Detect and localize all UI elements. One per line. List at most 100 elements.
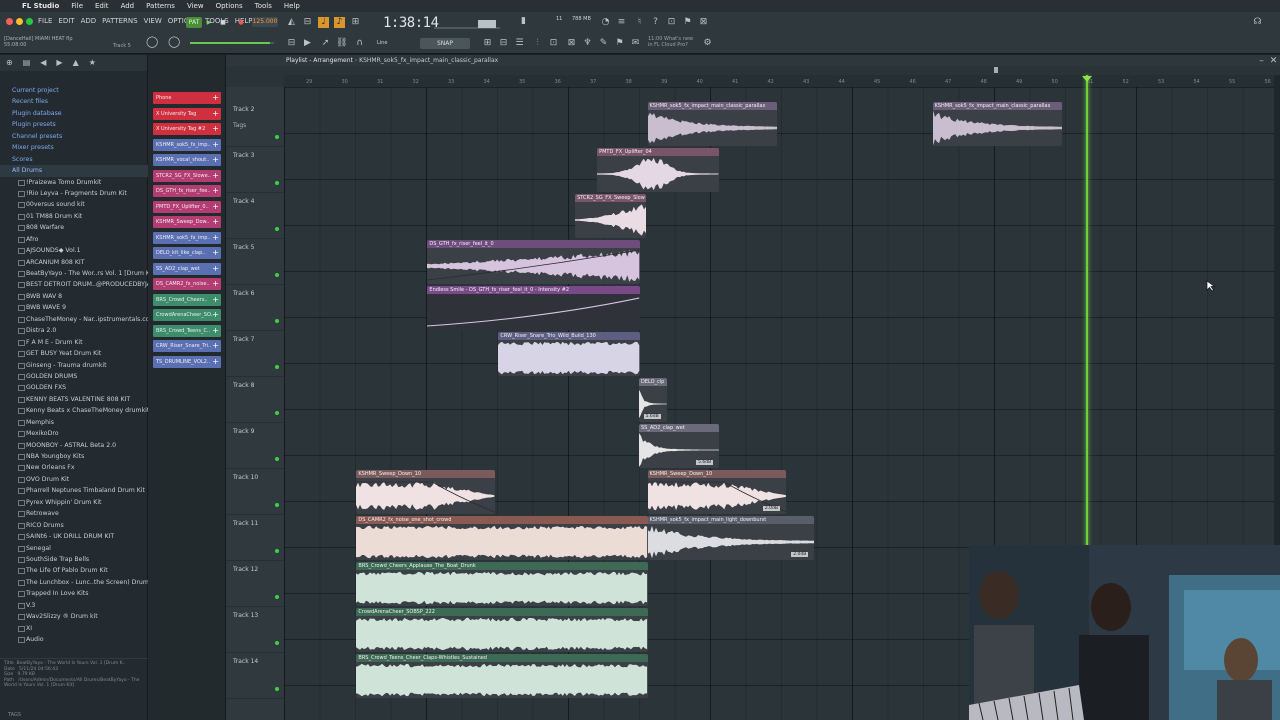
snap-selector[interactable]: SNAP (420, 38, 470, 49)
track-mute-led[interactable] (275, 687, 279, 691)
browser-folder-item[interactable]: Senegal (0, 543, 148, 554)
fl-menu-view[interactable]: VIEW (144, 17, 162, 25)
playlist-clip[interactable]: DELO_clp 5.6dB (638, 378, 667, 422)
app-name[interactable]: FL Studio (22, 2, 59, 10)
browser-forward-icon[interactable]: ▶ (56, 58, 62, 68)
menu-add[interactable]: Add (121, 2, 135, 10)
browser-folder-item[interactable]: BEST DETROIT DRUM..@PRODUCEDBYJAVEN (0, 279, 148, 290)
browser-folder-item[interactable]: BWB WAVE 9 (0, 302, 148, 313)
plugin-icon[interactable]: ⚑ (682, 17, 693, 28)
browser-folder-item[interactable]: BWB WAV 8 (0, 291, 148, 302)
playlist-clip[interactable]: CRW_Riser_Snare_Trio_Wild_Build_130 (498, 332, 640, 376)
browser-collapse-icon[interactable]: ▲ (73, 58, 79, 68)
browser-folder-item[interactable]: Kenny Beats x ChaseTheMoney drumkit (0, 405, 148, 416)
browser-folder-item[interactable]: Retrowave (0, 508, 148, 519)
playlist-clip[interactable]: KSHMR_Sweep_Down_10 (356, 470, 495, 514)
playhead-marker[interactable] (1082, 76, 1092, 82)
track-mute-led[interactable] (275, 319, 279, 323)
browser-folder-item[interactable]: Pharrell Neptunes Timbaland Drum Kit (0, 485, 148, 496)
stop-button[interactable]: ■ (218, 17, 228, 28)
picker-add-icon[interactable]: + (212, 123, 219, 135)
menu-help[interactable]: Help (284, 2, 300, 10)
browser-files-icon[interactable]: ▤ (23, 58, 31, 68)
track-header[interactable]: Track 6 (226, 285, 284, 331)
playlist-pattern[interactable]: KSHMR_sok5_fx_impact_main_classic_parall… (359, 57, 498, 64)
picker-add-icon[interactable]: + (212, 170, 219, 182)
picker-item[interactable]: KSHMR_vocal_shout.. + (153, 154, 221, 166)
picker-add-icon[interactable]: + (212, 247, 219, 259)
browser-folder-item[interactable]: V.3 (0, 600, 148, 611)
tool-icon-3[interactable]: ☰ (514, 38, 525, 49)
browser-folder-item[interactable]: MexikoDro (0, 428, 148, 439)
menu-view[interactable]: View (187, 2, 204, 10)
picker-item[interactable]: DS_GTH_fx_riser_fee.. + (153, 185, 221, 197)
picker-item[interactable]: X University Tag + (153, 107, 221, 120)
browser-folder-item[interactable]: 01 TM88 Drum Kit (0, 211, 148, 222)
browser-folder-item[interactable]: Memphis (0, 417, 148, 428)
menu-edit[interactable]: Edit (95, 2, 109, 10)
browser-category[interactable]: Scores (0, 154, 148, 165)
playlist-clip[interactable]: KSHMR_sok5_fx_impact_main_light_downburs… (647, 516, 815, 560)
browser-folder-item[interactable]: AJSOUNDS◆ Vol.1 (0, 245, 148, 256)
minimize-window-button[interactable] (16, 18, 23, 25)
browser-category[interactable]: Current project (0, 85, 148, 96)
browser-folder-item[interactable]: ARCANIUM 808 KIT (0, 257, 148, 268)
tool-icon-4[interactable]: ⫶ (532, 38, 543, 49)
track-mute-led[interactable] (275, 227, 279, 231)
playlist-clip[interactable]: KSHMR_sok5_fx_impact_main_classic_parall… (932, 102, 1063, 146)
tool-icon-7[interactable]: ♆ (582, 38, 593, 49)
picker-add-icon[interactable]: + (212, 216, 219, 228)
track-mute-led[interactable] (275, 273, 279, 277)
channel-rack-icon[interactable]: ⊡ (666, 17, 677, 28)
browser-folder-item[interactable]: GET BUSY Yeat Drum Kit (0, 348, 148, 359)
magnet-icon[interactable]: ∩ (354, 38, 365, 49)
picker-item[interactable]: TS_DRUMLINE_VOL2.. + (153, 355, 221, 368)
track-header[interactable]: Track 11 (226, 515, 284, 561)
browser-folder-item[interactable]: NBA Youngboy Kits (0, 451, 148, 462)
tool-icon-10[interactable]: ✉ (630, 38, 641, 49)
picker-item[interactable]: BRS_Crowd_Teens_C.. + (153, 324, 221, 337)
browser-category[interactable]: Channel presets (0, 131, 148, 142)
tool-icon-9[interactable]: ⚑ (614, 38, 625, 49)
picker-add-icon[interactable]: + (212, 263, 219, 275)
picker-item[interactable]: PMTD_FX_Uplifter_0.. + (153, 200, 221, 213)
picker-item[interactable]: DELO_kit_like_clap.. + (153, 247, 221, 259)
microphone-icon[interactable]: ♮ (634, 17, 645, 28)
track-mute-led[interactable] (275, 595, 279, 599)
browser-folder-item[interactable]: Wav2Slizzy ® Drum kit (0, 611, 148, 622)
playlist-clip[interactable]: BRS_Crowd_Teens_Cheer_Claps-Whistles_Sus… (356, 654, 648, 698)
track-mute-led[interactable] (275, 135, 279, 139)
playlist-clip[interactable]: KSHMR_sok5_fx_impact_main_classic_parall… (647, 102, 778, 146)
browser-folder-item[interactable]: Afro (0, 234, 148, 245)
picker-add-icon[interactable]: + (212, 356, 219, 368)
browser-star-icon[interactable]: ★ (89, 58, 96, 68)
playhead[interactable] (1086, 75, 1088, 550)
picker-item[interactable]: CRW_Riser_Snare_Tri.. + (153, 340, 221, 352)
browser-folder-item[interactable]: New Orleans Fx (0, 462, 148, 473)
line-mode[interactable]: Line (377, 40, 387, 46)
browser-folder-item[interactable]: The Lunchbox - Lunc..the Screen) Drumkit (0, 577, 148, 588)
picker-item[interactable]: DS_CAMR2_fx_noise.. + (153, 278, 221, 290)
playlist-clip[interactable]: DS_GTH_fx_riser_feel_it_0 (427, 240, 640, 284)
picker-add-icon[interactable]: + (212, 139, 219, 151)
track-mute-led[interactable] (275, 365, 279, 369)
browser-folder-item[interactable]: Distra 2.0 (0, 325, 148, 336)
playlist-clip[interactable]: CrowdArenaCheer_SOBSP_222 (356, 608, 648, 652)
track-header[interactable]: Track 5 (226, 239, 284, 285)
menu-patterns[interactable]: Patterns (146, 2, 175, 10)
browser-folder-item[interactable]: Audio (0, 634, 148, 645)
picker-add-icon[interactable]: + (212, 309, 219, 321)
playlist-clip[interactable]: Endless Smile - DS_GTH_fx_riser_feel_it_… (427, 286, 640, 330)
browser-folder-item[interactable]: Trapped In Love Kits (0, 588, 148, 599)
playlist-clip[interactable]: STCR2_SG_FX_Sweep_Slow (575, 194, 647, 238)
picker-add-icon[interactable]: + (212, 92, 219, 104)
timeline-ruler[interactable]: 29 30 31 32 33 34 35 36 37 38 39 40 41 42 43 44 45 46 47 48… (284, 75, 1274, 87)
minimize-playlist-icon[interactable]: – (1256, 56, 1267, 67)
tool-icon-5[interactable]: ⊡ (548, 38, 559, 49)
tool-icon-1[interactable]: ⊞ (482, 38, 493, 49)
browser-category[interactable]: Plugin presets (0, 119, 148, 130)
fl-menu-add[interactable]: ADD (81, 17, 97, 25)
track-header[interactable]: Track 8 (226, 377, 284, 423)
mixer-icon[interactable]: ≡ (616, 17, 627, 28)
browser-folder-item[interactable]: 808 Warfare (0, 222, 148, 233)
